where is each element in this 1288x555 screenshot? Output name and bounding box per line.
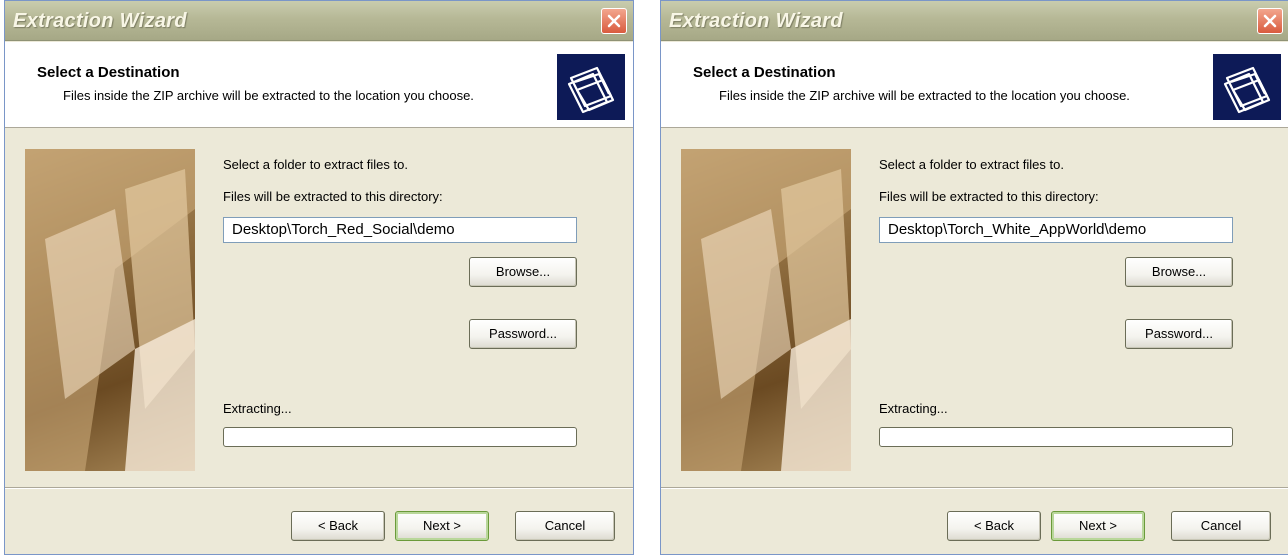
close-icon: [607, 14, 621, 28]
password-button[interactable]: Password...: [1125, 319, 1233, 349]
next-button[interactable]: Next >: [1051, 511, 1145, 541]
cancel-button[interactable]: Cancel: [515, 511, 615, 541]
directory-input[interactable]: Desktop\Torch_White_AppWorld\demo: [879, 217, 1233, 243]
title-bar[interactable]: Extraction Wizard: [5, 1, 633, 41]
wizard-header: Select a Destination Files inside the ZI…: [661, 42, 1288, 128]
next-button[interactable]: Next >: [395, 511, 489, 541]
wizard-header: Select a Destination Files inside the ZI…: [5, 42, 633, 128]
back-button[interactable]: < Back: [947, 511, 1041, 541]
extraction-progress-bar: [879, 427, 1233, 447]
directory-input[interactable]: Desktop\Torch_Red_Social\demo: [223, 217, 577, 243]
header-subtitle: Files inside the ZIP archive will be ext…: [719, 88, 1130, 103]
header-subtitle: Files inside the ZIP archive will be ext…: [63, 88, 474, 103]
footer-separator: [5, 487, 633, 489]
directory-label: Files will be extracted to this director…: [223, 189, 443, 204]
directory-label: Files will be extracted to this director…: [879, 189, 1099, 204]
extracting-label: Extracting...: [223, 401, 292, 416]
window-title: Extraction Wizard: [669, 10, 843, 32]
back-button[interactable]: < Back: [291, 511, 385, 541]
extracting-label: Extracting...: [879, 401, 948, 416]
header-title: Select a Destination: [37, 64, 180, 81]
close-button[interactable]: [1257, 8, 1283, 34]
select-folder-label: Select a folder to extract files to.: [879, 157, 1064, 172]
close-icon: [1263, 14, 1277, 28]
select-folder-label: Select a folder to extract files to.: [223, 157, 408, 172]
close-button[interactable]: [601, 8, 627, 34]
browse-button[interactable]: Browse...: [469, 257, 577, 287]
extraction-wizard-window-1: Extraction Wizard Select a Destination F…: [4, 0, 634, 555]
extraction-wizard-window-2: Extraction Wizard Select a Destination F…: [660, 0, 1288, 555]
wizard-side-image: [25, 149, 195, 471]
footer-separator: [661, 487, 1288, 489]
extraction-progress-bar: [223, 427, 577, 447]
browse-button[interactable]: Browse...: [1125, 257, 1233, 287]
title-bar[interactable]: Extraction Wizard: [661, 1, 1288, 41]
wizard-side-image: [681, 149, 851, 471]
header-title: Select a Destination: [693, 64, 836, 81]
folders-icon: [557, 54, 625, 120]
cancel-button[interactable]: Cancel: [1171, 511, 1271, 541]
folders-icon: [1213, 54, 1281, 120]
window-title: Extraction Wizard: [13, 10, 187, 32]
password-button[interactable]: Password...: [469, 319, 577, 349]
